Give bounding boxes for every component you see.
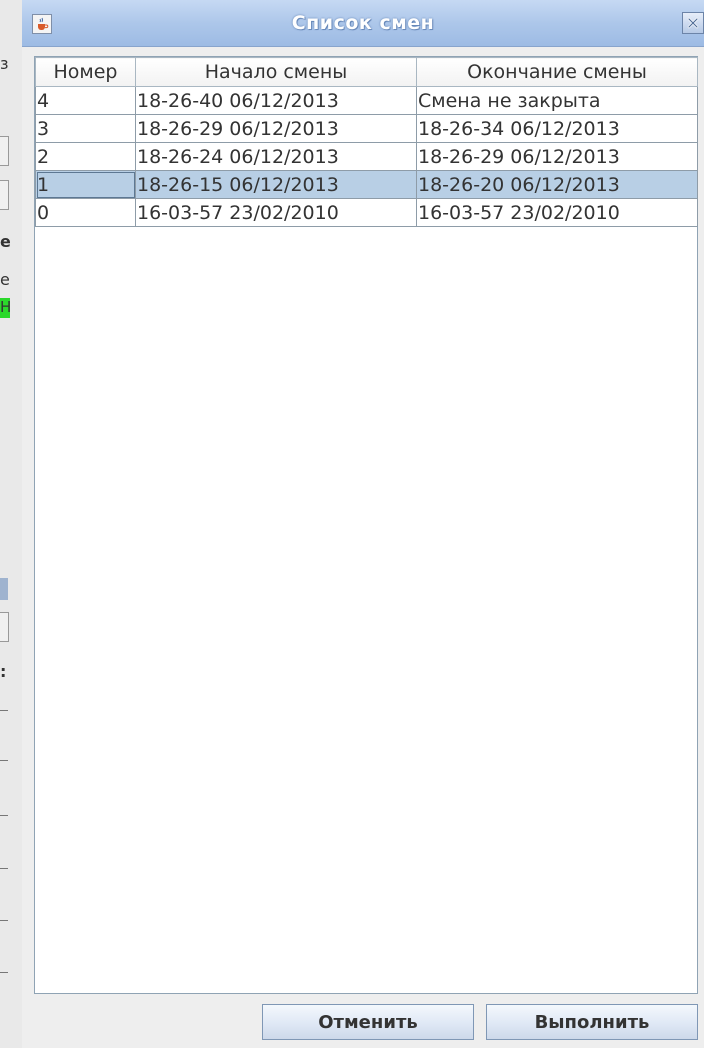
cell-number[interactable]: 3 bbox=[35, 114, 136, 143]
cell-number[interactable]: 0 bbox=[35, 198, 136, 227]
column-header-end[interactable]: Окончание смены bbox=[416, 57, 698, 87]
background-divider bbox=[0, 920, 8, 921]
title-bar[interactable]: Список смен bbox=[22, 0, 704, 47]
column-header-start[interactable]: Начало смены bbox=[135, 57, 417, 87]
table-row[interactable]: 3 18-26-29 06/12/2013 18-26-34 06/12/201… bbox=[35, 114, 698, 143]
table-header: Номер Начало смены Окончание смены bbox=[35, 57, 698, 87]
cell-start[interactable]: 18-26-15 06/12/2013 bbox=[135, 170, 417, 199]
background-divider bbox=[0, 815, 8, 816]
background-divider bbox=[0, 972, 8, 973]
background-text: з bbox=[0, 54, 9, 73]
shift-list-dialog: Список смен Номер Начало смены Окончание… bbox=[22, 0, 704, 1048]
shift-table-viewport[interactable]: Номер Начало смены Окончание смены 4 18-… bbox=[34, 56, 698, 994]
cancel-button[interactable]: Отменить bbox=[262, 1004, 474, 1040]
cell-end[interactable]: 18-26-29 06/12/2013 bbox=[416, 142, 698, 171]
cell-end[interactable]: 18-26-34 06/12/2013 bbox=[416, 114, 698, 143]
background-divider bbox=[0, 710, 8, 711]
table-row[interactable]: 2 18-26-24 06/12/2013 18-26-29 06/12/201… bbox=[35, 142, 698, 171]
background-divider bbox=[0, 868, 8, 869]
background-window: з е еі Н : bbox=[0, 0, 23, 1048]
background-status-indicator: Н bbox=[0, 298, 10, 318]
cell-end[interactable]: 16-03-57 23/02/2010 bbox=[416, 198, 698, 227]
cell-start[interactable]: 18-26-29 06/12/2013 bbox=[135, 114, 417, 143]
table-row[interactable]: 0 16-03-57 23/02/2010 16-03-57 23/02/201… bbox=[35, 198, 698, 227]
background-text: еі bbox=[0, 270, 10, 289]
column-header-number[interactable]: Номер bbox=[35, 57, 136, 87]
dialog-title: Список смен bbox=[291, 12, 435, 34]
background-field bbox=[0, 180, 9, 210]
table-row[interactable]: 4 18-26-40 06/12/2013 Смена не закрыта bbox=[35, 86, 698, 115]
cell-start[interactable]: 18-26-40 06/12/2013 bbox=[135, 86, 417, 115]
cell-start[interactable]: 18-26-24 06/12/2013 bbox=[135, 142, 417, 171]
background-field bbox=[0, 136, 9, 166]
cell-end[interactable]: 18-26-20 06/12/2013 bbox=[416, 170, 698, 199]
background-scrollbar bbox=[0, 578, 8, 600]
cell-start[interactable]: 16-03-57 23/02/2010 bbox=[135, 198, 417, 227]
screen: з е еі Н : Список смен bbox=[0, 0, 704, 1048]
close-icon bbox=[687, 17, 699, 29]
cell-end[interactable]: Смена не закрыта bbox=[416, 86, 698, 115]
shift-table: Номер Начало смены Окончание смены 4 18-… bbox=[35, 57, 698, 227]
table-row-selected[interactable]: 1 18-26-15 06/12/2013 18-26-20 06/12/201… bbox=[35, 170, 698, 199]
background-field bbox=[0, 612, 9, 642]
execute-button[interactable]: Выполнить bbox=[486, 1004, 698, 1040]
cell-number[interactable]: 1 bbox=[35, 170, 136, 199]
background-text: : bbox=[0, 662, 7, 681]
background-text: е bbox=[0, 232, 10, 251]
cell-number[interactable]: 2 bbox=[35, 142, 136, 171]
close-button[interactable] bbox=[682, 12, 704, 34]
cell-number[interactable]: 4 bbox=[35, 86, 136, 115]
background-divider bbox=[0, 760, 8, 761]
